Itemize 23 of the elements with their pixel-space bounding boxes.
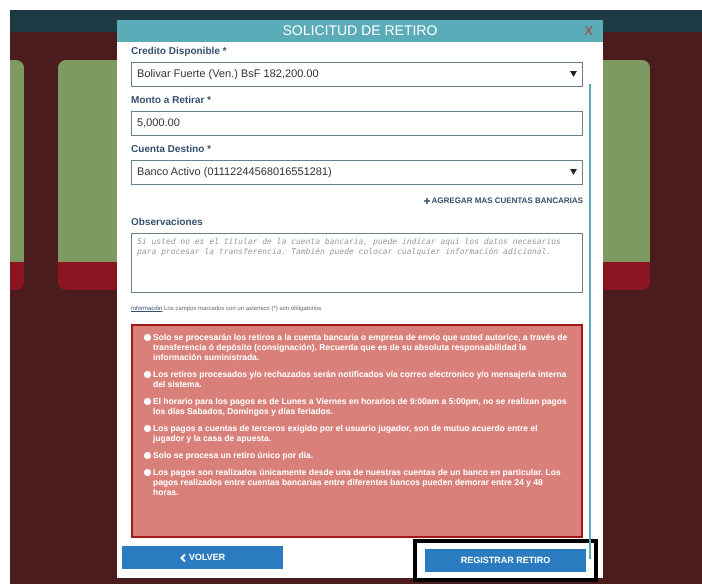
dialog-title: SOLICITUD DE RETIRO (282, 21, 438, 40)
submit-button[interactable]: REGISTRAR RETIRO (425, 549, 586, 572)
caret-icon (570, 169, 577, 176)
caret-icon (570, 71, 577, 78)
dropdown[interactable]: Banco Activo (01112244568016551281) (131, 160, 583, 185)
field-label: Observaciones (131, 216, 204, 229)
notice-text: Los retiros procesados y/o rechazados serán notificados vía correo electronico y/o mensajería interna del sistema. (153, 368, 568, 389)
notice-text: El horario para los pagos es de Lunes a Viernes en horarios de 9:00am a 5:00pm, no se realizan pagos los días Sabados, Domingos y días feriados. (153, 396, 568, 416)
notice-text: Solo se procesa un retiro único por día. (153, 450, 314, 460)
field-label: Cuenta Destino * (131, 144, 212, 156)
amount-field[interactable]: 5,000.00 (131, 110, 583, 136)
field-label: Monto a Retirar * (131, 94, 212, 107)
chevron-left-icon (180, 554, 186, 562)
field-label: Credito Disponible * (131, 46, 228, 58)
add-accounts-link[interactable]: AGREGAR MAS CUENTAS BANCARIAS (424, 194, 583, 207)
plus-icon (424, 198, 430, 204)
scrollbar[interactable] (589, 84, 591, 559)
notice-text: Solo se procesarán los retiros a la cuenta bancaria o empresa de envío que usted autorice, a través de transferencia ó depósito (consignación). Recuerda que es de su absoluta responsabilidad la información suministrada. (153, 332, 568, 362)
notice-text: Los pagos son realizados únicamente desde una de nuestras cuentas de un banco en particular. Los pagos realizados entre cuentas bancarias entre diferentes bancos pueden demorar entre 24 y 48 horas. (153, 466, 562, 497)
observations-field[interactable]: Si usted no es el titular de la cuenta bancaria, puede indicar aquí los datos necesarios para procesar la transferencia. También puede colocar cualquier información adicional. (131, 232, 583, 293)
notice-text: Los pagos a cuentas de terceros exigido por el usuario jugador, son de mutuo acuerdo entre el jugador y la casa de apuesta. (153, 422, 538, 443)
dropdown[interactable]: Bolivar Fuerte (Ven.) BsF 182,200.00 (131, 62, 583, 87)
back-button[interactable]: VOLVER (122, 546, 283, 570)
